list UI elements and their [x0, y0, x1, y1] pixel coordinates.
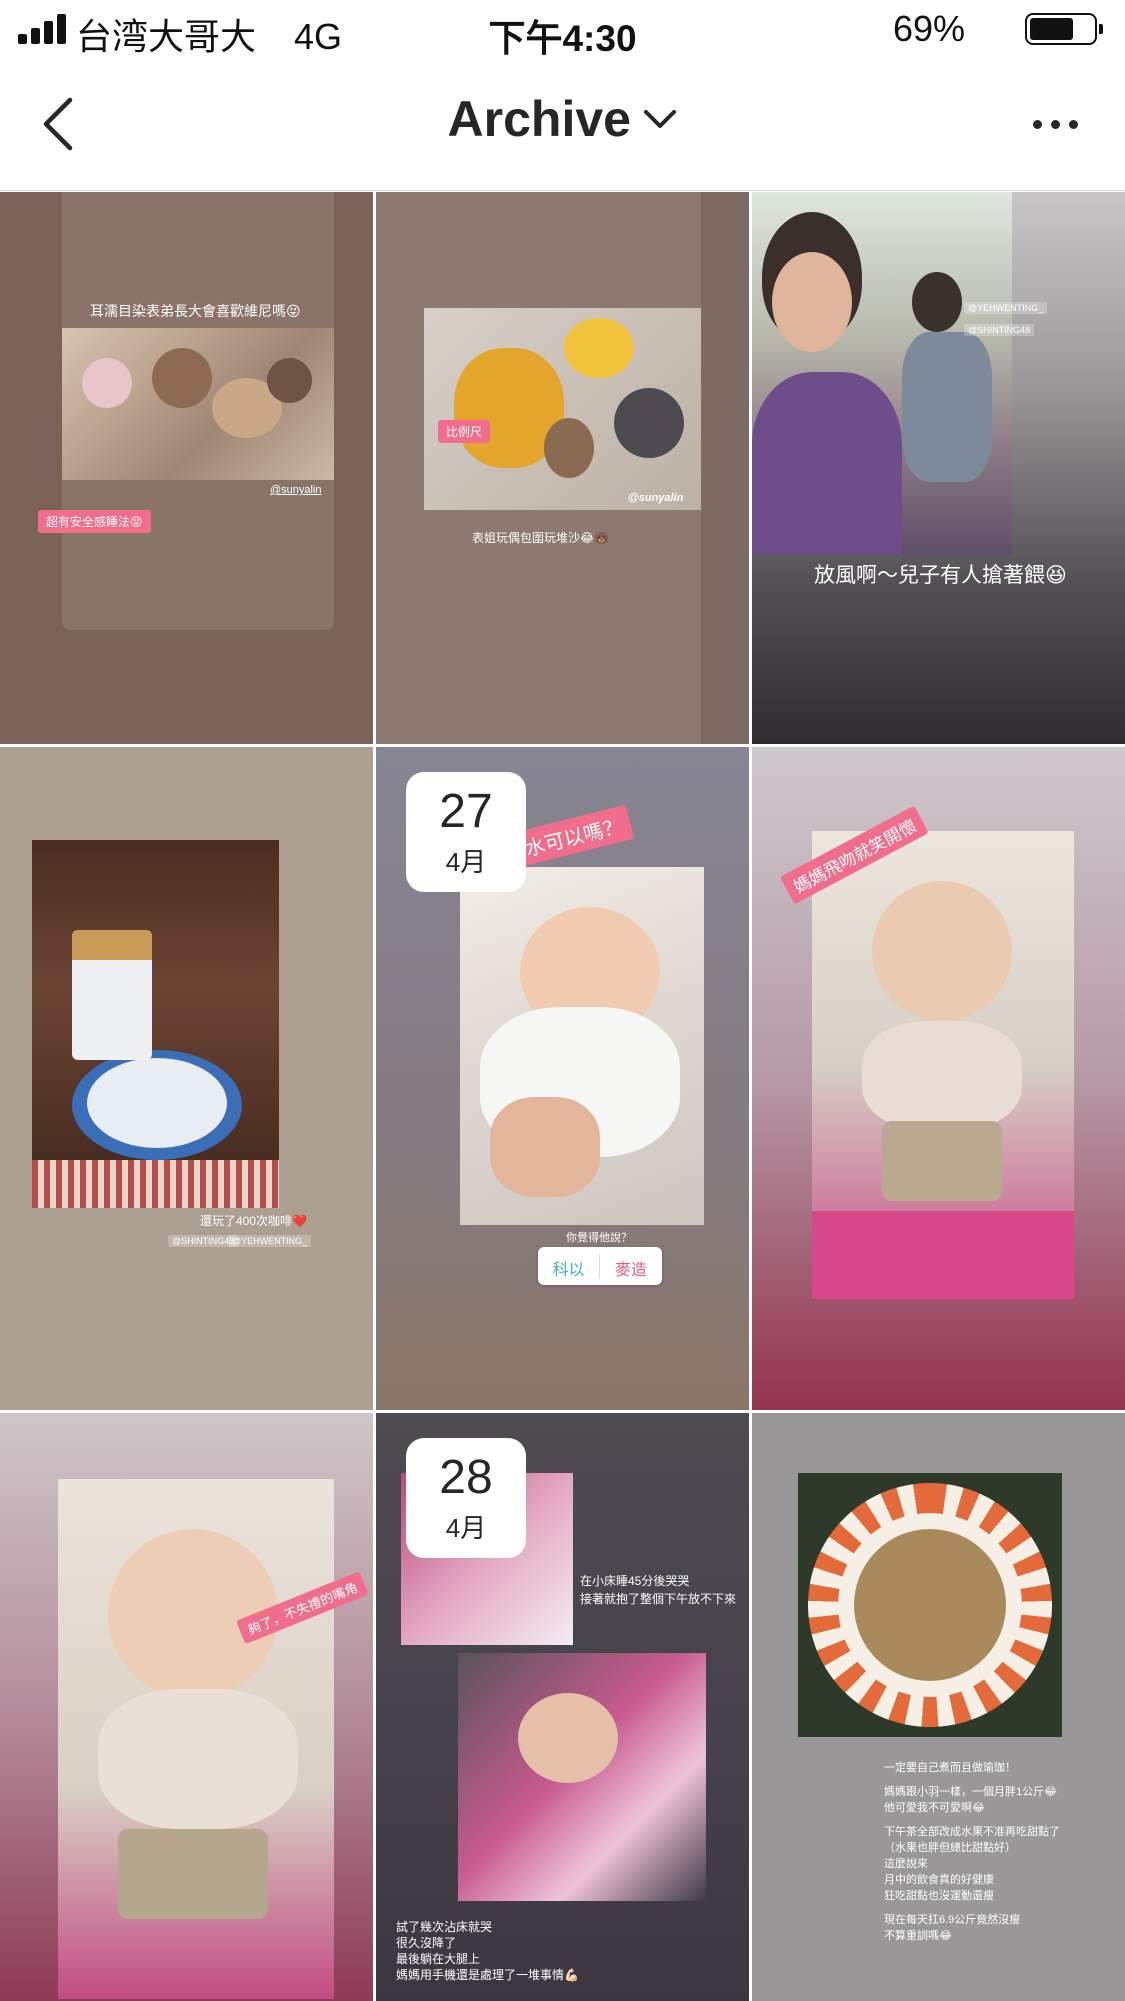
story-caption-bottom-1: 試了幾次沾床就哭 — [396, 1920, 493, 1934]
archive-selector[interactable]: Archive — [0, 90, 1125, 148]
story-tile-1[interactable]: 耳濡目染表弟長大會喜歡維尼嗎😝 @sunyalin 超有安全感睡法😝 — [0, 192, 373, 744]
page-title: Archive — [447, 91, 631, 147]
story-tile-5[interactable]: 媽媽要化妝水可以嗎？ 27 4月 你覺得他說？ 科以 麥造 — [376, 747, 749, 1410]
battery-percentage: 69% — [892, 8, 965, 49]
story-handle: @sunyalin — [270, 484, 322, 496]
story-tile-2[interactable]: 比例尺 @sunyalin 表姐玩偶包圍玩堆沙😂🐻 — [376, 192, 749, 744]
story-tile-3[interactable]: @YEHWENTING_ @SHINTING48 放風啊～兒子有人搶著餵😆 — [752, 192, 1125, 744]
story-caption-line — [884, 1777, 1060, 1785]
poll-question: 你覺得他說？ — [566, 1232, 632, 1244]
story-tile-4[interactable]: 還玩了400次咖啡❤️ @SHINTING48 @YEHWENTING_ — [0, 747, 373, 1410]
status-bar: 台湾大哥大 4G 下午4:30 69% — [0, 0, 1125, 60]
story-caption: 放風啊～兒子有人搶著餵😆 — [814, 564, 1067, 587]
story-caption: 耳濡目染表弟長大會喜歡維尼嗎😝 — [90, 303, 301, 319]
story-tag: 比例尺 — [438, 420, 491, 443]
story-caption-bottom-3: 最後躺在大腿上 — [396, 1952, 481, 1966]
story-caption-line: 這麼說來 — [884, 1858, 928, 1870]
story-caption-line: 不算重訓嗎😂 — [884, 1930, 952, 1942]
story-caption-bottom-2: 很久沒降了 — [396, 1936, 457, 1950]
story-caption-line: 一定要自己煮而且做瑜珈！ — [884, 1762, 1016, 1774]
navigation-bar: Archive — [0, 60, 1125, 191]
story-caption-line: 下午茶全部改成水果不准再吃甜點了 — [884, 1826, 1060, 1838]
photo-iced-latte — [32, 840, 279, 1208]
story-mention: @SHINTING48 — [964, 324, 1035, 336]
story-caption: 表姐玩偶包圍玩堆沙😂🐻 — [472, 531, 609, 545]
battery-icon — [1025, 13, 1103, 45]
story-mention: @YEHWENTING_ — [964, 302, 1048, 314]
story-date-month: 4月 — [445, 847, 487, 877]
story-tile-8[interactable]: 28 4月 在小床睡45分後哭哭 接著就抱了整個下午放不下來 試了幾次沾床就哭 … — [376, 1413, 749, 2001]
story-caption-top-2: 接著就抱了整個下午放不下來 — [580, 1592, 737, 1606]
photo-baby-in-carrier-closeup — [58, 1479, 334, 1999]
story-date-badge: 27 4月 — [406, 772, 526, 892]
poll-sticker: 科以 麥造 — [538, 1247, 662, 1285]
story-caption-line: 月中的飲食真的好健康 — [884, 1874, 994, 1886]
story-tile-7[interactable]: 夠了，不失禮的嘴角 — [0, 1413, 373, 2001]
photo-family-selfie — [752, 192, 1012, 554]
story-tag: 超有安全感睡法😝 — [38, 510, 151, 533]
story-tile-6[interactable]: 媽媽飛吻就笑開懷 — [752, 747, 1125, 1410]
photo-baby-in-carrier — [812, 831, 1074, 1299]
grid-divider — [0, 1410, 1125, 1413]
story-date-badge: 28 4月 — [406, 1438, 526, 1558]
story-caption-bottom-4: 媽媽用手機還是處理了一堆事情💪🏻 — [396, 1968, 579, 1982]
story-caption: 還玩了400次咖啡❤️ — [200, 1214, 307, 1228]
story-caption-line — [884, 1817, 1060, 1825]
chevron-down-icon — [644, 110, 677, 128]
story-caption-line: 他可愛我不可愛啊😂 — [884, 1802, 985, 1814]
story-caption-line: （水果也胖但總比甜點好） — [884, 1842, 1016, 1854]
story-caption-line: 狂吃甜點也沒運動還瘦 — [884, 1890, 994, 1902]
photo-noodle-plate — [798, 1473, 1062, 1737]
story-tile-9[interactable]: 一定要自己煮而且做瑜珈！ 媽媽跟小羽一樣，一個月胖1公斤😂 他可愛我不可愛啊😂 … — [752, 1413, 1125, 2001]
story-handle: @sunyalin — [628, 492, 684, 504]
story-caption-line: 現在每天扛6.9公斤竟然沒瘦 — [884, 1914, 1021, 1926]
story-date-month: 4月 — [445, 1513, 487, 1543]
story-caption-line: 媽媽跟小羽一樣，一個月胖1公斤😂 — [884, 1786, 1057, 1798]
grid-divider — [373, 192, 376, 2001]
story-caption-line — [884, 1905, 1060, 1913]
photo-baby-smiling-holding-hand — [460, 867, 704, 1225]
story-archive-grid: 耳濡目染表弟長大會喜歡維尼嗎😝 @sunyalin 超有安全感睡法😝 比例尺 @… — [0, 192, 1125, 2001]
story-caption-top-1: 在小床睡45分後哭哭 — [580, 1574, 690, 1588]
story-date-day: 27 — [439, 785, 493, 838]
story-caption-block: 一定要自己煮而且做瑜珈！ 媽媽跟小羽一樣，一個月胖1公斤😂 他可愛我不可愛啊😂 … — [884, 1761, 1060, 1945]
poll-option-2: 麥造 — [614, 1262, 647, 1279]
more-options-button[interactable] — [1025, 104, 1085, 144]
photo-baby-with-pooh-plush — [424, 308, 701, 510]
grid-divider — [0, 744, 1125, 747]
story-date-day: 28 — [439, 1451, 493, 1504]
story-mention: @YEHWENTING_ — [228, 1235, 312, 1247]
photo-baby-with-plush-toys — [62, 328, 334, 480]
photo-baby-sleeping-2 — [458, 1653, 706, 1901]
battery-level — [1030, 18, 1073, 40]
poll-option-1: 科以 — [552, 1262, 585, 1279]
grid-divider — [749, 192, 752, 2001]
